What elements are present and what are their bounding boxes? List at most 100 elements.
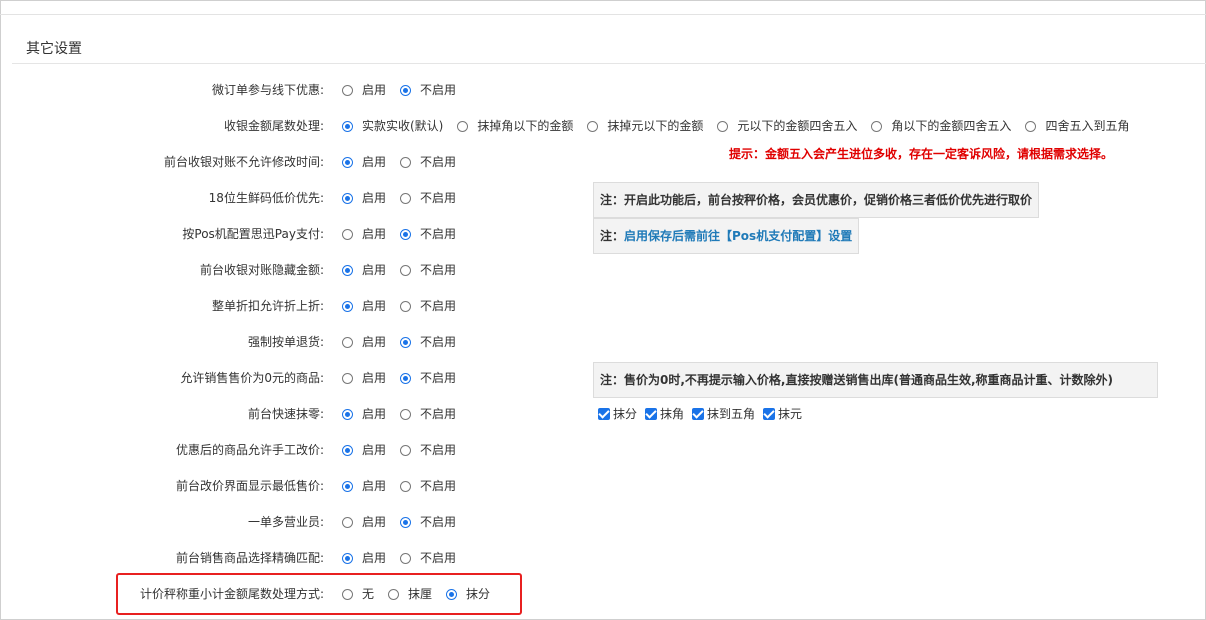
radio-unchecked-icon[interactable] xyxy=(400,552,412,564)
radio-option[interactable]: 实款实收(默认) xyxy=(342,116,443,136)
radio-option[interactable]: 抹掉角以下的金额 xyxy=(457,116,573,136)
radio-checked-icon[interactable] xyxy=(400,84,412,96)
radio-checked-icon[interactable] xyxy=(342,300,353,312)
radio-checked-icon[interactable] xyxy=(342,192,353,204)
radio-checked-icon[interactable] xyxy=(342,264,353,276)
radio-label: 不启用 xyxy=(420,407,457,421)
radio-option[interactable]: 启用 xyxy=(342,188,386,208)
radio-option[interactable]: 四舍五入到五角 xyxy=(1025,116,1129,136)
setting-label: 前台改价界面显示最低售价: xyxy=(175,479,324,493)
note-zero-text: 注：售价为0时,不再提示输入价格,直接按赠送销售出库(普通商品生效,称重商品计重… xyxy=(600,373,1113,387)
radio-option[interactable]: 不启用 xyxy=(400,188,456,208)
radio-option[interactable]: 不启用 xyxy=(400,404,456,424)
radio-option[interactable]: 不启用 xyxy=(400,332,456,352)
radio-unchecked-icon[interactable] xyxy=(400,156,412,168)
checkbox-option[interactable]: 抹到五角 xyxy=(692,405,755,422)
radio-unchecked-icon[interactable] xyxy=(342,516,353,528)
radio-unchecked-icon[interactable] xyxy=(717,120,729,132)
radio-option[interactable]: 启用 xyxy=(342,332,386,352)
radio-option[interactable]: 启用 xyxy=(342,224,386,244)
radio-label: 元以下的金额四舍五入 xyxy=(737,119,858,133)
radio-label: 启用 xyxy=(362,371,387,385)
checkbox-checked-icon[interactable] xyxy=(692,407,705,420)
checkbox-option[interactable]: 抹角 xyxy=(645,405,684,422)
radio-option[interactable]: 不启用 xyxy=(400,368,456,388)
radio-label: 不启用 xyxy=(420,191,457,205)
radio-unchecked-icon[interactable] xyxy=(342,228,353,240)
radio-label: 抹掉角以下的金额 xyxy=(477,119,574,133)
radio-option[interactable]: 不启用 xyxy=(400,296,456,316)
radio-option[interactable]: 启用 xyxy=(342,80,386,100)
radio-option[interactable]: 启用 xyxy=(342,440,386,460)
radio-option[interactable]: 不启用 xyxy=(400,80,456,100)
radio-label: 四舍五入到五角 xyxy=(1045,119,1130,133)
radio-option[interactable]: 角以下的金额四舍五入 xyxy=(871,116,1011,136)
radio-unchecked-icon[interactable] xyxy=(342,372,353,384)
radio-unchecked-icon[interactable] xyxy=(457,120,469,132)
radio-option[interactable]: 不启用 xyxy=(400,548,456,568)
radio-checked-icon[interactable] xyxy=(342,156,353,168)
radio-option[interactable]: 启用 xyxy=(342,548,386,568)
radio-checked-icon[interactable] xyxy=(342,552,353,564)
radio-group: 启用 不启用 xyxy=(342,368,470,388)
note-fresh-code: 注：开启此功能后，前台按秤价格，会员优惠价，促销价格三者低价优先进行取价 xyxy=(593,182,1040,218)
radio-unchecked-icon[interactable] xyxy=(400,480,412,492)
radio-checked-icon[interactable] xyxy=(400,336,412,348)
setting-label: 前台销售商品选择精确匹配: xyxy=(175,551,324,565)
checkbox-option[interactable]: 抹元 xyxy=(763,405,802,422)
radio-label: 不启用 xyxy=(420,299,457,313)
radio-label: 启用 xyxy=(362,227,387,241)
radio-unchecked-icon[interactable] xyxy=(871,120,883,132)
radio-checked-icon[interactable] xyxy=(342,444,353,456)
checkbox-checked-icon[interactable] xyxy=(645,407,658,420)
checkbox-checked-icon[interactable] xyxy=(598,407,610,420)
radio-group: 启用 不启用 xyxy=(342,296,470,316)
radio-unchecked-icon[interactable] xyxy=(400,192,412,204)
highlight-box xyxy=(116,573,522,615)
radio-option[interactable]: 不启用 xyxy=(400,260,456,280)
radio-option[interactable]: 不启用 xyxy=(400,152,456,172)
radio-option[interactable]: 不启用 xyxy=(400,440,456,460)
radio-label: 不启用 xyxy=(420,371,457,385)
pos-config-link[interactable]: 启用保存后需前往【Pos机支付配置】设置 xyxy=(624,229,852,243)
radio-checked-icon[interactable] xyxy=(400,228,412,240)
radio-group: 启用 不启用 xyxy=(342,188,470,208)
radio-unchecked-icon[interactable] xyxy=(400,408,412,420)
radio-checked-icon[interactable] xyxy=(342,480,353,492)
radio-option[interactable]: 不启用 xyxy=(400,476,456,496)
radio-option[interactable]: 不启用 xyxy=(400,512,456,532)
radio-checked-icon[interactable] xyxy=(400,372,412,384)
setting-label: 前台收银对账隐藏金额: xyxy=(199,263,324,277)
radio-checked-icon[interactable] xyxy=(342,408,353,420)
radio-unchecked-icon[interactable] xyxy=(400,264,412,276)
radio-group: 启用 不启用 xyxy=(342,224,470,244)
radio-option[interactable]: 元以下的金额四舍五入 xyxy=(717,116,857,136)
radio-option[interactable]: 抹掉元以下的金额 xyxy=(587,116,703,136)
radio-label: 不启用 xyxy=(420,443,457,457)
radio-unchecked-icon[interactable] xyxy=(587,120,599,132)
radio-checked-icon[interactable] xyxy=(400,516,412,528)
checkbox-label: 抹角 xyxy=(660,407,685,421)
setting-row: 前台收银对账隐藏金额: 启用 不启用 xyxy=(0,260,1206,280)
radio-option[interactable]: 启用 xyxy=(342,296,386,316)
radio-checked-icon[interactable] xyxy=(342,120,353,132)
radio-unchecked-icon[interactable] xyxy=(342,336,353,348)
radio-group: 实款实收(默认) 抹掉角以下的金额 抹掉元以下的金额 元以下的金额四舍五入 角以下的金额… xyxy=(342,116,1143,136)
radio-option[interactable]: 不启用 xyxy=(400,224,456,244)
checkbox-option[interactable]: 抹分 xyxy=(598,405,637,422)
radio-unchecked-icon[interactable] xyxy=(342,84,353,96)
radio-option[interactable]: 启用 xyxy=(342,476,386,496)
radio-option[interactable]: 启用 xyxy=(342,152,386,172)
radio-option[interactable]: 启用 xyxy=(342,512,386,532)
radio-group: 启用 不启用 xyxy=(342,404,470,424)
radio-group: 启用 不启用 xyxy=(342,260,470,280)
radio-option[interactable]: 启用 xyxy=(342,368,386,388)
checkbox-checked-icon[interactable] xyxy=(763,407,776,420)
radio-unchecked-icon[interactable] xyxy=(400,300,412,312)
setting-row: 收银金额尾数处理: 实款实收(默认) 抹掉角以下的金额 抹掉元以下的金额 元以下的金额四… xyxy=(0,116,1206,136)
radio-option[interactable]: 启用 xyxy=(342,260,386,280)
radio-unchecked-icon[interactable] xyxy=(1025,120,1037,132)
radio-unchecked-icon[interactable] xyxy=(400,444,412,456)
checkbox-label: 抹分 xyxy=(613,407,638,421)
radio-option[interactable]: 启用 xyxy=(342,404,386,424)
